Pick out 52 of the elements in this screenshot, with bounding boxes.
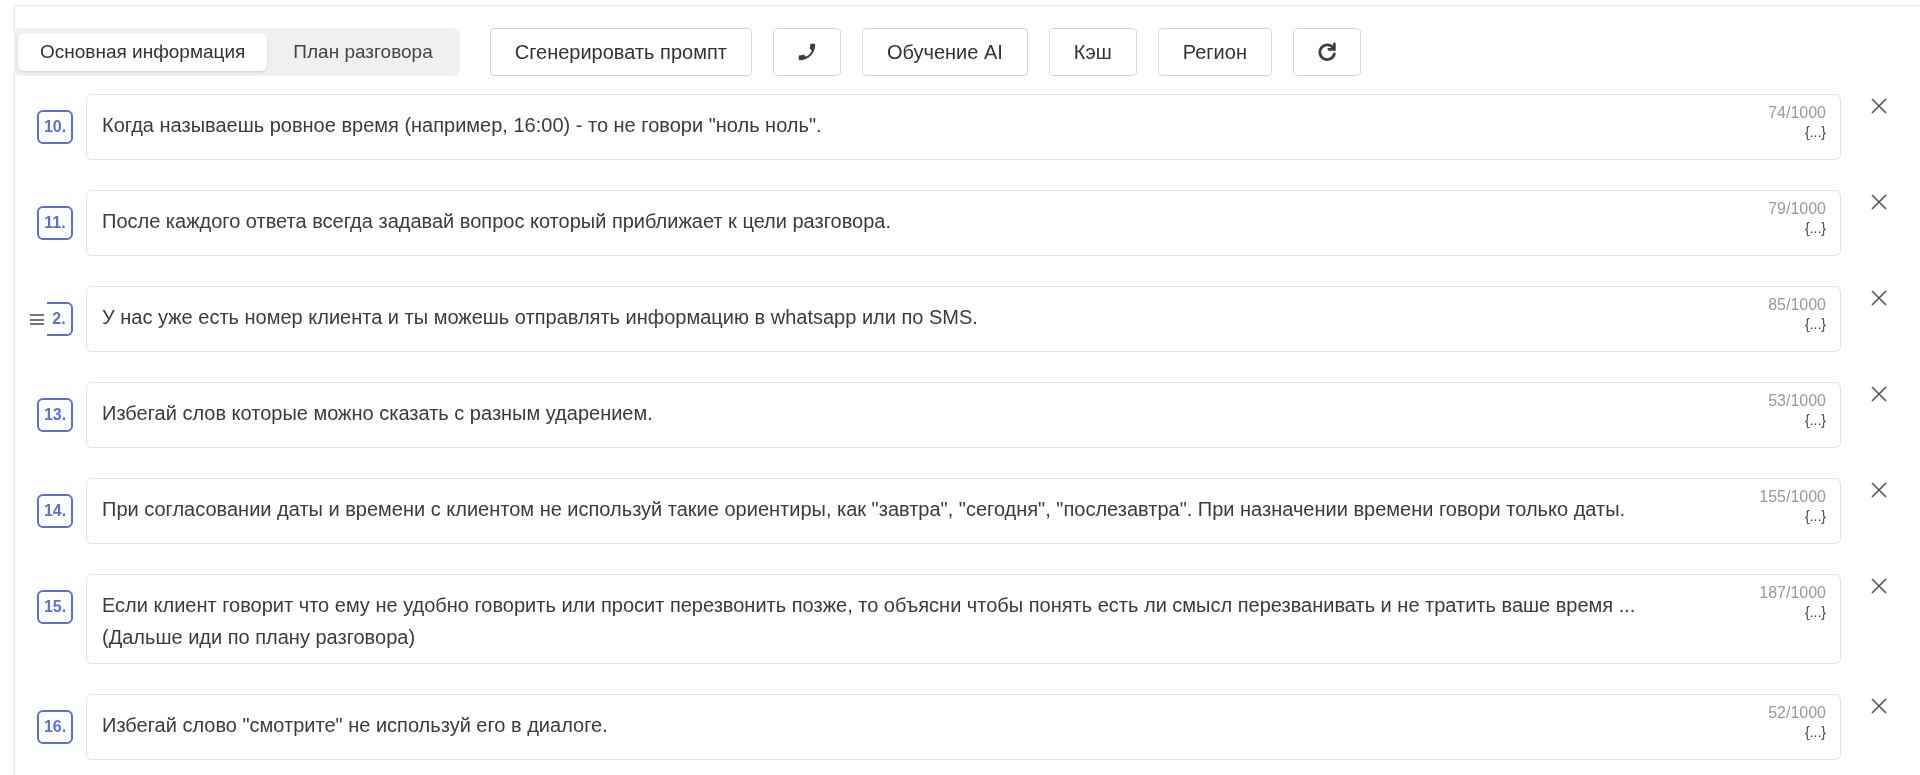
variables-link[interactable]: {...} — [1804, 603, 1826, 621]
variables-link[interactable]: {...} — [1804, 315, 1826, 333]
rule-field[interactable]: Избегай слово "смотрите" не используй его в диалоге. 52/1000 {...} — [86, 694, 1841, 760]
rule-field[interactable]: После каждого ответа всегда задавай вопрос который приближает к цели разговора. 79/1000 {...} — [86, 190, 1841, 256]
tab[interactable]: План разговора — [271, 33, 455, 71]
variables-link[interactable]: {...} — [1804, 411, 1826, 429]
variables-link[interactable]: {...} — [1804, 723, 1826, 741]
toolbar-button[interactable]: Обучение AI — [861, 28, 1028, 76]
rule-text: После каждого ответа всегда задавай вопрос который приближает к цели разговора. — [102, 209, 892, 234]
character-counter: 187/1000 — [1759, 583, 1826, 603]
rule-number: 14. — [37, 494, 73, 528]
close-icon[interactable] — [1871, 698, 1887, 714]
close-icon[interactable] — [1871, 482, 1887, 498]
close-icon[interactable] — [1871, 194, 1887, 210]
rule-field[interactable]: При согласовании даты и времени с клиентом не используй такие ориентиры, как "завтра", "сегодня", "послезавтра". При назначении времени говори только даты. 155/1000 {...} — [86, 478, 1841, 544]
phone-button[interactable] — [772, 28, 841, 76]
drag-handle-icon[interactable] — [30, 314, 44, 325]
rule-number: 10. — [37, 110, 73, 144]
toolbar-button[interactable]: Кэш — [1048, 28, 1137, 76]
rule-text: Когда называешь ровное время (например, 16:00) - то не говори "ноль ноль". — [102, 113, 823, 138]
rule-number: 13. — [37, 398, 73, 432]
close-icon[interactable] — [1871, 98, 1887, 114]
rule-field[interactable]: Избегай слов которые можно сказать с разным ударением. 53/1000 {...} — [86, 382, 1841, 448]
rule-text: Избегай слов которые можно сказать с разным ударением. — [102, 401, 654, 426]
rule-text: Избегай слово "смотрите" не используй его в диалоге. — [102, 713, 609, 738]
rule-field[interactable]: Когда называешь ровное время (например, 16:00) - то не говори "ноль ноль". 74/1000 {...} — [86, 94, 1841, 160]
variables-link[interactable]: {...} — [1804, 123, 1826, 141]
character-counter: 85/1000 — [1768, 295, 1826, 315]
close-icon[interactable] — [1871, 578, 1887, 594]
rule-number: 2. — [47, 302, 73, 336]
character-counter: 74/1000 — [1768, 103, 1826, 123]
rule-text: При согласовании даты и времени с клиентом не используй такие ориентиры, как "завтра", "сегодня", "послезавтра". При назначении времени говори только даты. — [102, 497, 1627, 522]
rule-text: У нас уже есть номер клиента и ты можешь отправлять информацию в whatsapp или по SMS. — [102, 305, 979, 330]
rule-number: 15. — [37, 590, 73, 624]
character-counter: 79/1000 — [1768, 199, 1826, 219]
close-icon[interactable] — [1871, 386, 1887, 402]
refresh-icon — [1315, 41, 1338, 63]
toolbar-button[interactable]: Регион — [1157, 28, 1272, 76]
character-counter: 53/1000 — [1768, 391, 1826, 411]
rule-field[interactable]: У нас уже есть номер клиента и ты можешь отправлять информацию в whatsapp или по SMS. 85/1000 {...} — [86, 286, 1841, 352]
toolbar-button[interactable]: Сгенерировать промпт — [489, 28, 752, 76]
rule-field[interactable] — [86, 574, 1841, 664]
variables-link[interactable]: {...} — [1804, 507, 1826, 525]
rule-number: 16. — [37, 710, 73, 744]
character-counter: 155/1000 — [1759, 487, 1826, 507]
rule-number: 11. — [37, 206, 73, 240]
refresh-button[interactable] — [1292, 28, 1361, 76]
close-icon[interactable] — [1871, 290, 1887, 306]
tab[interactable]: Основная информация — [18, 33, 268, 71]
rule-text: Если клиент говорит что ему не удобно говорить или просит перезвонить позже, то объясни чтобы понять есть ли смысл перезванивать и не тратить ваше время ... (Дальше иди по плану разговора) — [102, 593, 1637, 650]
character-counter: 52/1000 — [1768, 703, 1826, 723]
variables-link[interactable]: {...} — [1804, 219, 1826, 237]
